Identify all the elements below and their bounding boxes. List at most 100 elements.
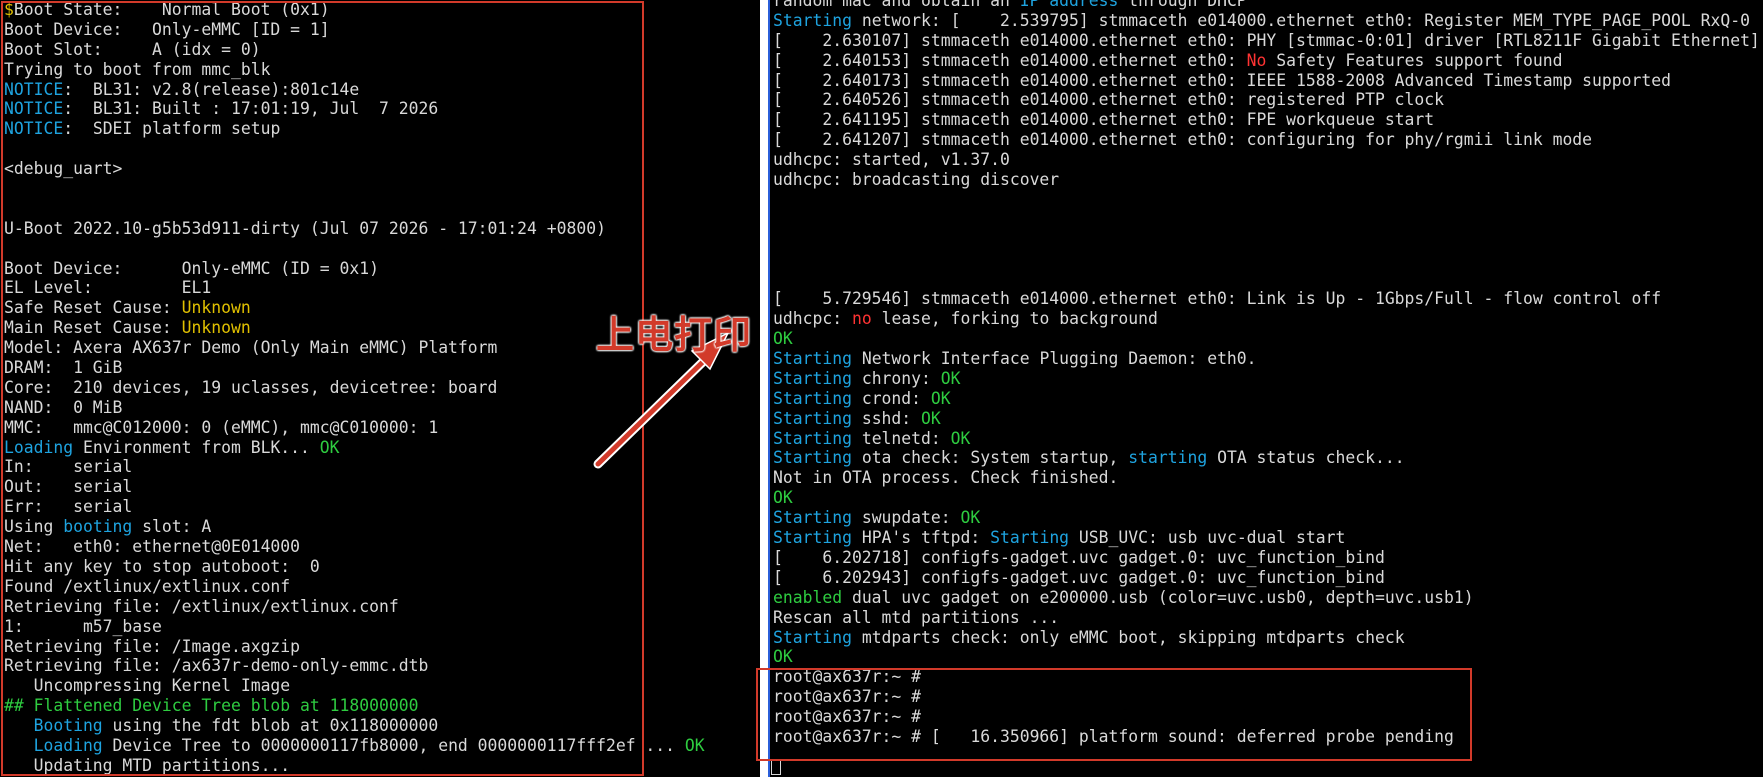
terminal-line: Retrieving file: /extlinux/extlinux.conf xyxy=(4,597,705,617)
terminal-text: dual uvc gadget on e200000.usb (color=uv… xyxy=(842,587,1474,607)
terminal-text: udhcpc: broadcasting discover xyxy=(773,170,1060,190)
terminal-text: root@ax637r:~ # xyxy=(773,667,922,687)
terminal-line: Loading Device Tree to 0000000117fb8000,… xyxy=(4,736,705,756)
terminal-line: random mac and obtain an IP address thro… xyxy=(773,0,1760,11)
terminal-text: USB_UVC: usb uvc-dual start xyxy=(1069,528,1346,548)
terminal-text: Starting xyxy=(773,508,852,528)
terminal-line: Starting network: [ 2.539795] stmmaceth … xyxy=(773,11,1760,31)
terminal-line: NOTICE: SDEI platform setup xyxy=(4,119,705,139)
terminal-line: Retrieving file: /Image.axgzip xyxy=(4,637,705,657)
terminal-text: root@ax637r:~ # [ 16.350966] platform so… xyxy=(773,726,1454,746)
terminal-line: Starting mtdparts check: only eMMC boot,… xyxy=(773,628,1760,648)
terminal-line: [ 2.630107] stmmaceth e014000.ethernet e… xyxy=(773,31,1760,51)
terminal-line: root@ax637r:~ # [ 16.350966] platform so… xyxy=(773,727,1760,747)
terminal-text: OK xyxy=(950,428,971,448)
terminal-line: Boot Device: Only-eMMC (ID = 0x1) xyxy=(4,259,705,279)
terminal-line: Using booting slot: A xyxy=(4,517,705,537)
terminal-line: Net: eth0: ethernet@0E014000 xyxy=(4,537,705,557)
terminal-text: : BL31: Built : 17:01:19, Jul 7 2026 xyxy=(63,99,439,119)
terminal-line: NOTICE: BL31: v2.8(release):801c14e xyxy=(4,80,705,100)
terminal-text: udhcpc: started, v1.37.0 xyxy=(773,150,1010,170)
terminal-text: OK xyxy=(684,735,705,755)
terminal-text: ## Flattened Device Tree blob at 1180000… xyxy=(4,696,419,716)
terminal-text: OK xyxy=(319,437,340,457)
terminal-line: [ 2.641195] stmmaceth e014000.ethernet e… xyxy=(773,110,1760,130)
terminal-text: [ 2.640153] stmmaceth e014000.ethernet e… xyxy=(773,50,1247,70)
terminal-text: IP address xyxy=(1019,0,1119,10)
terminal-text: Safety Features support found xyxy=(1266,50,1563,70)
terminal-line: [ 2.640173] stmmaceth e014000.ethernet e… xyxy=(773,71,1760,91)
terminal-text: root@ax637r:~ # xyxy=(773,707,922,727)
terminal-text: OK xyxy=(773,488,793,508)
terminal-text: Device Tree to 0000000117fb8000, end 000… xyxy=(102,735,685,755)
terminal-line: EL Level: EL1 xyxy=(4,278,705,298)
terminal-text: OK xyxy=(930,388,951,408)
terminal-text: [ 2.630107] stmmaceth e014000.ethernet e… xyxy=(773,30,1760,50)
terminal-text: root@ax637r:~ # xyxy=(773,687,922,707)
terminal-text: OK xyxy=(773,647,793,667)
terminal-text: Retrieving file: /Image.axgzip xyxy=(4,636,301,656)
terminal-line: U-Boot 2022.10-g5b53d911-dirty (Jul 07 2… xyxy=(4,219,705,239)
terminal-line: Booting using the fdt blob at 0x11800000… xyxy=(4,716,705,736)
terminal-line: root@ax637r:~ # xyxy=(773,667,1760,687)
terminal-text: [ 6.202718] configfs-gadget.uvc gadget.0… xyxy=(773,547,1385,567)
terminal-line: Err: serial xyxy=(4,497,705,517)
terminal-text: DRAM: 1 GiB xyxy=(4,358,123,378)
right-terminal[interactable]: random mac and obtain an IP address thro… xyxy=(768,0,1763,777)
terminal-text: $ xyxy=(4,0,14,19)
terminal-text: slot: A xyxy=(132,517,212,537)
terminal-text: Boot Device: Only-eMMC (ID = 0x1) xyxy=(4,258,379,278)
terminal-text: through DHCP xyxy=(1118,0,1247,10)
terminal-text: Loading xyxy=(4,735,103,755)
terminal-line: Updating MTD partitions... xyxy=(4,756,705,776)
terminal-text: Updating MTD partitions... xyxy=(4,755,291,775)
terminal-text: lease, forking to background xyxy=(871,309,1158,329)
terminal-line: <debug_uart> xyxy=(4,159,705,179)
terminal-line: OK xyxy=(773,329,1760,349)
terminal-text: Hit any key to stop autoboot: 0 xyxy=(4,556,320,576)
terminal-text: telnetd: xyxy=(851,428,951,448)
terminal-line: OK xyxy=(773,488,1760,508)
terminal-text: Not in OTA process. Check finished. xyxy=(773,468,1119,488)
terminal-text: NOTICE xyxy=(4,79,64,99)
terminal-line: [ 6.202943] configfs-gadget.uvc gadget.0… xyxy=(773,568,1760,588)
terminal-text: Main Reset Cause: xyxy=(4,318,182,338)
terminal-line: Boot Device: Only-eMMC [ID = 1] xyxy=(4,20,705,40)
terminal-text: [ 6.202943] configfs-gadget.uvc gadget.0… xyxy=(773,567,1385,587)
terminal-text: : SDEI platform setup xyxy=(63,119,281,139)
terminal-line: Trying to boot from mmc_blk xyxy=(4,60,705,80)
terminal-text: Network Interface Plugging Daemon: eth0. xyxy=(851,349,1257,369)
terminal-text: No xyxy=(1246,50,1267,70)
terminal-text: Loading xyxy=(4,437,74,457)
terminal-text: Boot Device: Only-eMMC [ID = 1] xyxy=(4,19,330,39)
terminal-text: using the fdt blob at 0x118000000 xyxy=(102,716,439,736)
terminal-text: EL Level: EL1 xyxy=(4,278,212,298)
terminal-text: Rescan all mtd partitions ... xyxy=(773,607,1060,627)
terminal-text: OK xyxy=(960,508,981,528)
terminal-text: Net: eth0: ethernet@0E014000 xyxy=(4,537,301,557)
terminal-line: udhcpc: started, v1.37.0 xyxy=(773,150,1760,170)
terminal-text: <debug_uart> xyxy=(4,159,123,179)
terminal-text: : BL31: v2.8(release):801c14e xyxy=(63,79,360,99)
terminal-text: [ 2.641195] stmmaceth e014000.ethernet e… xyxy=(773,110,1435,130)
terminal-text: booting xyxy=(63,517,133,537)
terminal-text: Trying to boot from mmc_blk xyxy=(4,59,271,79)
terminal-line: udhcpc: broadcasting discover xyxy=(773,170,1760,190)
terminal-line: Uncompressing Kernel Image xyxy=(4,676,705,696)
terminal-line: Starting crond: OK xyxy=(773,389,1760,409)
terminal-text: no xyxy=(851,309,872,329)
terminal-line: Found /extlinux/extlinux.conf xyxy=(4,577,705,597)
terminal-line: Starting swupdate: OK xyxy=(773,508,1760,528)
terminal-line: root@ax637r:~ # xyxy=(773,687,1760,707)
terminal-line: Starting telnetd: OK xyxy=(773,429,1760,449)
terminal-line: Starting chrony: OK xyxy=(773,369,1760,389)
terminal-line: 1: m57_base xyxy=(4,617,705,637)
